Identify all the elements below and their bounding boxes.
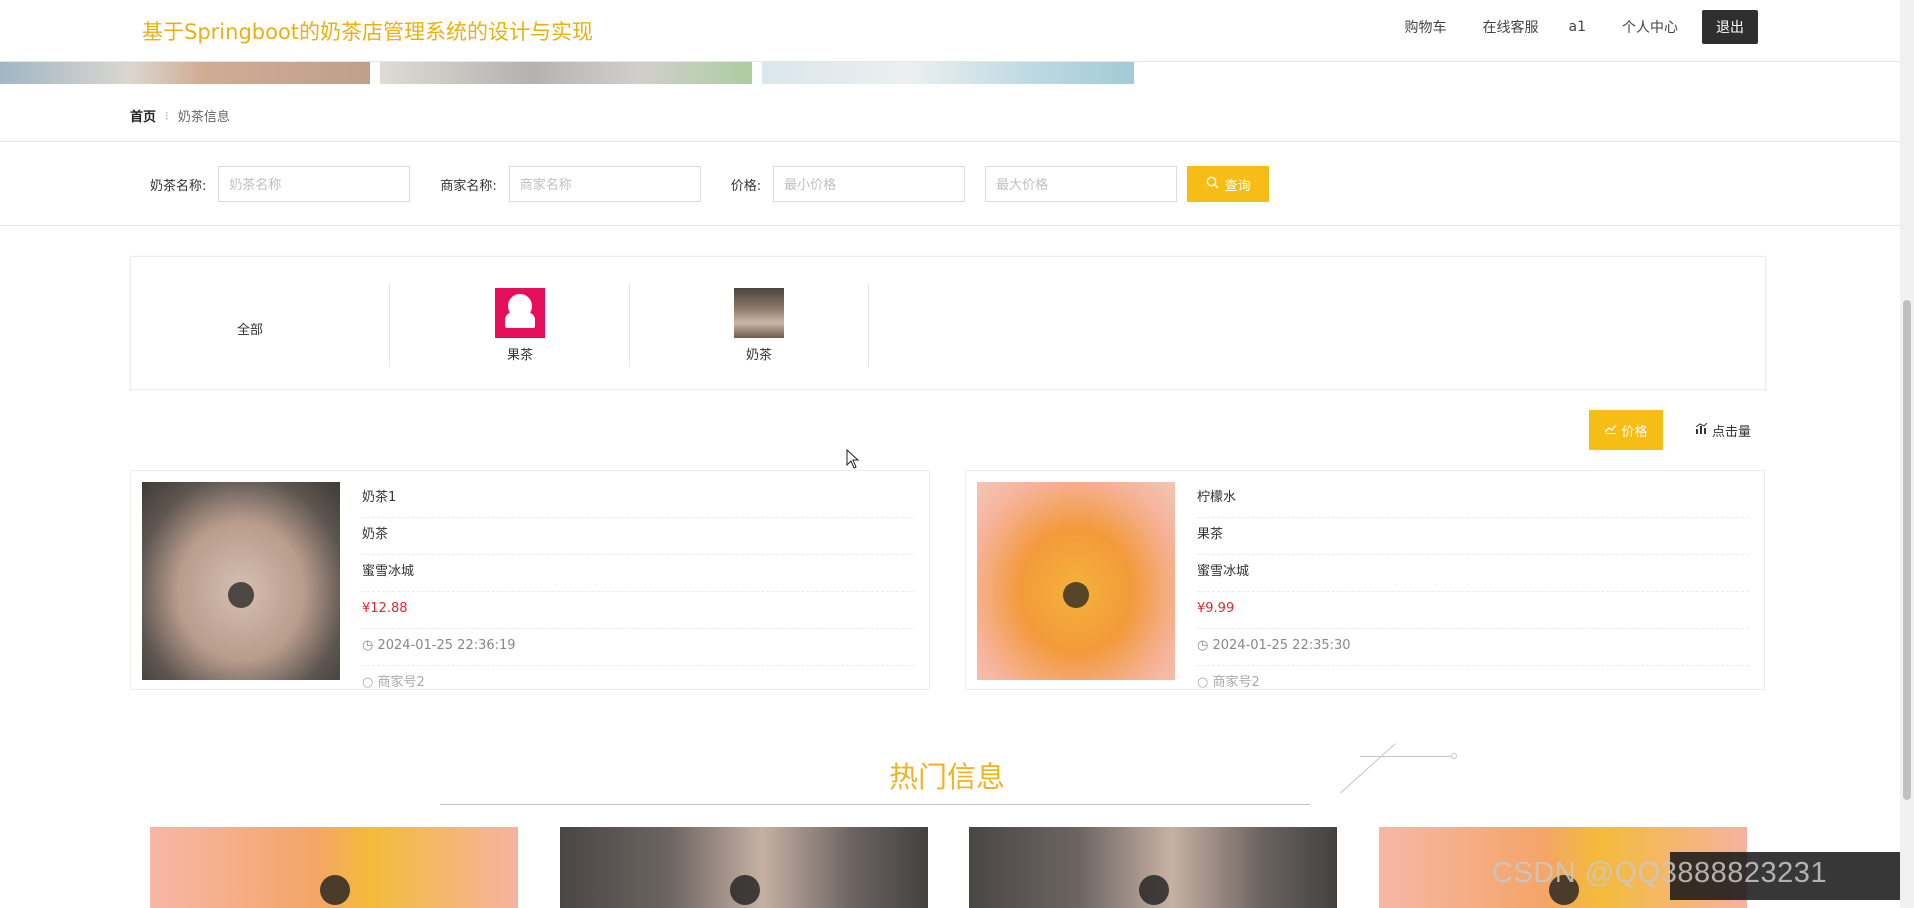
- min-price-input[interactable]: [773, 166, 966, 202]
- product-extra: ○ 商家号2: [1197, 666, 1749, 690]
- category-label: 奶茶: [745, 347, 772, 363]
- product-extra-value: 商家号2: [1212, 675, 1260, 690]
- watermark-text: CSDN @QQ3888823231: [1492, 857, 1828, 889]
- brand-logo-icon: [1139, 875, 1169, 905]
- sort-price-label: 价格: [1621, 424, 1648, 440]
- price-label: 价格:: [730, 178, 762, 194]
- sort-clicks-label: 点击量: [1711, 424, 1751, 440]
- milk-tea-thumbnail: [734, 287, 784, 338]
- top-nav: 购物车 在线客服 a1 个人中心 退出: [1369, 10, 1758, 44]
- title-decoration: [1360, 756, 1453, 757]
- product-extra-value: 商家号2: [377, 675, 425, 690]
- circle-icon: ○: [362, 675, 378, 690]
- product-price: ¥9.99: [1197, 592, 1749, 629]
- category-milk-tea[interactable]: 奶茶: [640, 283, 878, 367]
- category-fruit-tea[interactable]: 果茶: [401, 283, 639, 367]
- hot-item-card[interactable]: [150, 827, 518, 908]
- sort-by-clicks-button[interactable]: 点击量: [1683, 410, 1763, 450]
- brand-logo-icon: [1063, 582, 1089, 608]
- product-price: ¥12.88: [362, 592, 914, 629]
- breadcrumb-current: 奶茶信息: [177, 110, 230, 125]
- product-name: 奶茶1: [362, 481, 914, 518]
- product-time-value: 2024-01-25 22:35:30: [1212, 638, 1351, 653]
- divider: [868, 283, 869, 367]
- product-card[interactable]: 奶茶1 奶茶 蜜雪冰城 ¥12.88 ◷ 2024-01-25 22:36:19…: [130, 470, 930, 690]
- divider: [629, 283, 630, 367]
- product-fields: 柠檬水 果茶 蜜雪冰城 ¥9.99 ◷ 2024-01-25 22:35:30 …: [1197, 481, 1749, 690]
- category-all[interactable]: 全部: [131, 283, 369, 367]
- trend-icon: [1604, 423, 1617, 438]
- search-icon: [1206, 176, 1219, 192]
- max-price-input[interactable]: [985, 166, 1178, 202]
- page: 基于Springboot的奶茶店管理系统的设计与实现 购物车 在线客服 a1 个…: [0, 0, 1914, 908]
- divider: [0, 225, 1914, 226]
- product-image: [977, 482, 1175, 680]
- clock-icon: ◷: [362, 638, 378, 653]
- scrollbar-thumb[interactable]: [1903, 300, 1911, 800]
- mouse-cursor-icon: [846, 448, 860, 473]
- divider: [389, 283, 390, 367]
- hot-section-title: 热门信息: [888, 760, 1005, 794]
- brand-logo-icon: [320, 875, 350, 905]
- mascot-shape: [505, 311, 535, 328]
- category-label: 果茶: [506, 347, 533, 363]
- breadcrumb: 首页 ⁝ 奶茶信息: [130, 106, 230, 126]
- nav-service-link[interactable]: 在线客服: [1483, 17, 1539, 37]
- fruit-tea-thumbnail: [495, 287, 545, 338]
- brand-logo-icon: [730, 875, 760, 905]
- bar-chart-icon: [1695, 422, 1708, 438]
- product-time-value: 2024-01-25 22:36:19: [377, 638, 516, 653]
- search-bar: 奶茶名称: 商家名称: 价格: 查询: [150, 166, 1270, 202]
- breadcrumb-home[interactable]: 首页: [130, 106, 156, 125]
- title-underline: [440, 804, 1310, 805]
- product-time: ◷ 2024-01-25 22:35:30: [1197, 629, 1749, 666]
- sort-by-price-button[interactable]: 价格: [1589, 410, 1663, 450]
- product-image: [142, 482, 340, 680]
- hot-item-card[interactable]: [560, 827, 928, 908]
- product-time: ◷ 2024-01-25 22:36:19: [362, 629, 914, 666]
- brand-logo-icon: [228, 582, 254, 608]
- category-label: 全部: [236, 322, 263, 338]
- product-merchant: 蜜雪冰城: [362, 555, 914, 592]
- hot-item-card[interactable]: [969, 827, 1337, 908]
- product-category: 果茶: [1197, 518, 1749, 555]
- query-button[interactable]: 查询: [1187, 166, 1270, 202]
- product-extra: ○ 商家号2: [362, 666, 914, 690]
- query-button-label: 查询: [1224, 177, 1251, 193]
- clock-icon: ◷: [1197, 638, 1213, 653]
- product-card[interactable]: 柠檬水 果茶 蜜雪冰城 ¥9.99 ◷ 2024-01-25 22:35:30 …: [965, 470, 1765, 690]
- product-name: 柠檬水: [1197, 481, 1749, 518]
- top-header: 基于Springboot的奶茶店管理系统的设计与实现 购物车 在线客服 a1 个…: [0, 0, 1914, 62]
- title-decoration-dot: [1451, 753, 1457, 759]
- nav-cart-link[interactable]: 购物车: [1405, 17, 1447, 37]
- tea-name-input[interactable]: [218, 166, 411, 202]
- category-filter: 全部 果茶 奶茶: [130, 256, 1766, 390]
- nav-username[interactable]: a1: [1569, 19, 1587, 35]
- breadcrumb-separator-icon: ⁝: [165, 108, 169, 123]
- merchant-input[interactable]: [508, 166, 701, 202]
- site-title[interactable]: 基于Springboot的奶茶店管理系统的设计与实现: [142, 16, 593, 46]
- page-scrollbar[interactable]: [1900, 0, 1914, 908]
- product-category: 奶茶: [362, 518, 914, 555]
- merchant-label: 商家名称:: [440, 178, 497, 194]
- product-merchant: 蜜雪冰城: [1197, 555, 1749, 592]
- circle-icon: ○: [1197, 675, 1213, 690]
- nav-profile-link[interactable]: 个人中心: [1622, 17, 1678, 37]
- tea-name-label: 奶茶名称:: [150, 178, 207, 194]
- product-fields: 奶茶1 奶茶 蜜雪冰城 ¥12.88 ◷ 2024-01-25 22:36:19…: [362, 481, 914, 690]
- logout-button[interactable]: 退出: [1702, 10, 1758, 44]
- divider: [0, 141, 1914, 142]
